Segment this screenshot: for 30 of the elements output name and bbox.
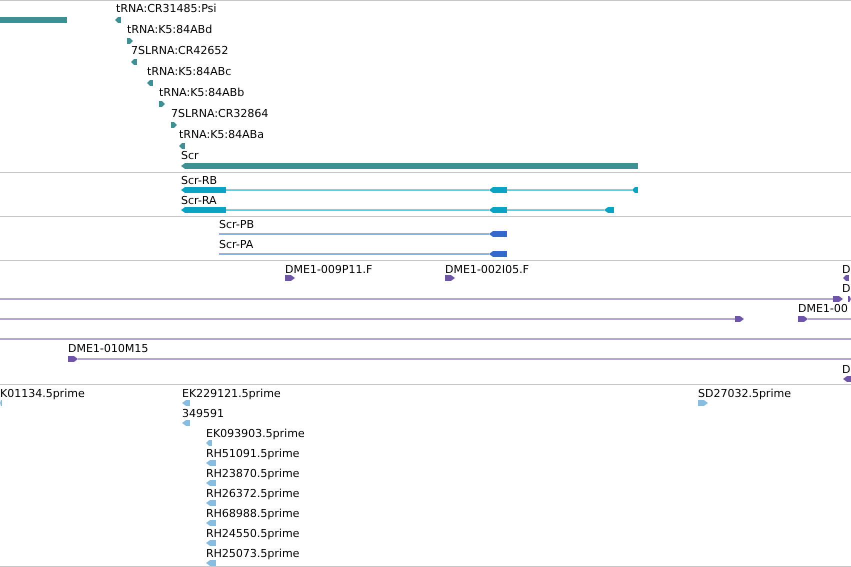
feature-label: EK093903.5prime (206, 427, 305, 440)
feature-label: RH23870.5prime (206, 467, 300, 480)
feature-label: DME1-00 (798, 302, 848, 315)
feature-label: 7SLRNA:CR42652 (131, 44, 228, 57)
feature-label: RH25073.5prime (206, 547, 300, 560)
feature-label: Scr-RB (181, 174, 218, 187)
feature-label: RH26372.5prime (206, 487, 300, 500)
feature-label: D (842, 263, 850, 276)
feature-label: EK229121.5prime (182, 387, 281, 400)
feature-label: 7SLRNA:CR32864 (171, 107, 268, 120)
feature-label: Scr (181, 149, 199, 162)
feature-label: Scr-PA (219, 238, 254, 251)
feature-label: Scr-PB (219, 218, 254, 231)
feature-label: D (842, 363, 850, 376)
feature-label: Scr-RA (181, 194, 217, 207)
feature-label: SD27032.5prime (698, 387, 791, 400)
feature-label: D (842, 282, 850, 295)
feature-label: RH24550.5prime (206, 527, 300, 540)
feature-label: tRNA:CR31485:Psi (116, 2, 216, 15)
feature-label: tRNA:K5:84ABa (179, 128, 264, 141)
feature-label: 349591 (182, 407, 224, 420)
feature-label: DME1-009P11.F (285, 263, 372, 276)
feature-label: tRNA:K5:84ABb (159, 86, 244, 99)
feature-label: RH51091.5prime (206, 447, 300, 460)
feature-label: K01134.5prime (0, 387, 85, 400)
feature-label: RH68988.5prime (206, 507, 300, 520)
feature-label: DME1-010M15 (68, 342, 148, 355)
feature-label: DME1-002I05.F (445, 263, 529, 276)
feature-label: tRNA:K5:84ABd (127, 23, 212, 36)
feature-label: tRNA:K5:84ABc (147, 65, 232, 78)
